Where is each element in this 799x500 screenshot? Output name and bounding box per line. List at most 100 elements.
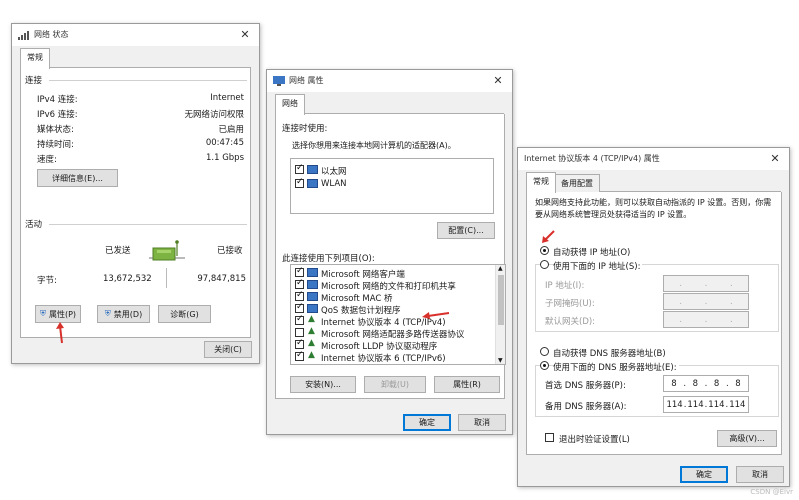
list-item: Microsoft LLDP 协议驱动程序 bbox=[321, 342, 438, 352]
dns-octet: 114 bbox=[729, 399, 746, 410]
auto-dns-radio[interactable] bbox=[540, 347, 549, 356]
bytes-sent-value: 13,672,532 bbox=[103, 274, 152, 284]
manual-ip-radio[interactable] bbox=[540, 260, 549, 269]
list-item: Internet 协议版本 6 (TCP/IPv6) bbox=[321, 354, 446, 364]
properties-window-title: 网络 属性 bbox=[289, 76, 324, 85]
list-item: QoS 数据包计划程序 bbox=[321, 306, 401, 316]
status-panel: 连接 IPv4 连接: Internet IPv6 连接: 无网络访问权限 媒体… bbox=[20, 68, 251, 338]
network-status-window: 网络 状态 ✕ 常规 连接 IPv4 连接: Internet IPv6 连接:… bbox=[11, 23, 260, 364]
manual-dns-label: 使用下面的 DNS 服务器地址(E): bbox=[553, 361, 679, 373]
ipv4-titlebar: Internet 协议版本 4 (TCP/IPv4) 属性 ✕ bbox=[518, 148, 789, 170]
properties-button[interactable]: 属性(R) bbox=[434, 376, 500, 393]
configure-button[interactable]: 配置(C)... bbox=[437, 222, 495, 239]
auto-ip-radio[interactable] bbox=[540, 246, 549, 255]
tab-alternate-config[interactable]: 备用配置 bbox=[554, 174, 600, 193]
ipv4-label: IPv4 连接: bbox=[37, 95, 78, 105]
properties-titlebar: 网络 属性 ✕ bbox=[267, 70, 512, 92]
validate-label: 退出时验证设置(L) bbox=[559, 435, 630, 445]
ip-dot: . bbox=[683, 378, 687, 389]
details-button[interactable]: 详细信息(E)... bbox=[37, 169, 118, 187]
description: 如果网络支持此功能，则可以获取自动指派的 IP 设置。否则，你需要从网络系统管理… bbox=[535, 198, 772, 219]
dns-octet: 8 bbox=[692, 378, 699, 389]
status-titlebar: 网络 状态 ✕ bbox=[12, 24, 259, 46]
duration-label: 持续时间: bbox=[37, 140, 74, 150]
ip-dot: . bbox=[729, 296, 733, 307]
list-item: Microsoft 网络适配器多路传送器协议 bbox=[321, 330, 465, 340]
media-state-label: 媒体状态: bbox=[37, 125, 74, 135]
manual-dns-radio[interactable] bbox=[540, 361, 549, 370]
item-checkbox[interactable] bbox=[295, 266, 304, 277]
item-checkbox[interactable] bbox=[295, 314, 304, 325]
auto-dns-label: 自动获得 DNS 服务器地址(B) bbox=[553, 349, 666, 359]
protocol-icon: ▲ bbox=[308, 338, 315, 348]
close-icon[interactable]: ✕ bbox=[237, 27, 253, 43]
validate-checkbox[interactable] bbox=[545, 433, 554, 442]
ipv4-properties-window: Internet 协议版本 4 (TCP/IPv4) 属性 ✕ 常规 备用配置 … bbox=[517, 147, 790, 487]
ip-address-field[interactable]: ... bbox=[663, 275, 749, 292]
preferred-dns-field[interactable]: 8. 8. 8. 8 bbox=[663, 375, 749, 392]
alternate-dns-label: 备用 DNS 服务器(A): bbox=[545, 402, 627, 412]
ip-dot: . bbox=[704, 314, 708, 325]
speed-value: 1.1 Gbps bbox=[205, 153, 244, 163]
item-checkbox[interactable] bbox=[295, 328, 304, 337]
chevron-down-icon[interactable]: ▼ bbox=[498, 357, 503, 364]
list-item: Microsoft 网络的文件和打印机共享 bbox=[321, 282, 456, 292]
dns-octet: 8 bbox=[671, 378, 677, 389]
subnet-field[interactable]: ... bbox=[663, 293, 749, 310]
pointer-arrow bbox=[56, 322, 64, 344]
item-checkbox[interactable] bbox=[295, 290, 304, 301]
adapter-label-ethernet: 以太网 bbox=[321, 167, 347, 177]
network-activity-icon bbox=[149, 240, 185, 261]
uninstall-button[interactable]: 卸载(U) bbox=[364, 376, 426, 393]
tab-general[interactable]: 常规 bbox=[526, 172, 556, 193]
bytes-received-value: 97,847,815 bbox=[197, 274, 246, 284]
ip-dot: . bbox=[679, 278, 683, 289]
properties-button[interactable]: ⛨ 属性(P) bbox=[35, 305, 81, 323]
shield-icon: ⛨ bbox=[104, 309, 111, 318]
cancel-button[interactable]: 取消 bbox=[736, 466, 784, 483]
item-checkbox[interactable] bbox=[295, 350, 304, 361]
ok-button[interactable]: 确定 bbox=[680, 466, 728, 483]
adapter-checkbox-ethernet[interactable] bbox=[295, 163, 304, 174]
adapter-label-wlan: WLAN bbox=[321, 179, 347, 189]
item-checkbox[interactable] bbox=[295, 278, 304, 289]
adapter-prompt: 选择你想用来连接本地网计算机的适配器(A)。 bbox=[292, 141, 456, 150]
adapter-checkbox-wlan[interactable] bbox=[295, 177, 304, 188]
close-icon[interactable]: ✕ bbox=[490, 73, 506, 89]
close-button[interactable]: 关闭(C) bbox=[204, 341, 252, 358]
scrollbar-thumb[interactable] bbox=[498, 275, 504, 325]
chevron-up-icon[interactable]: ▲ bbox=[498, 265, 503, 272]
list-item: Microsoft 网络客户端 bbox=[321, 270, 405, 280]
tab-network[interactable]: 网络 bbox=[275, 94, 305, 115]
diagnose-button[interactable]: 诊断(G) bbox=[158, 305, 211, 323]
ip-dot: . bbox=[704, 378, 708, 389]
ip-dot: . bbox=[704, 399, 708, 410]
sent-label: 已发送 bbox=[105, 246, 131, 256]
preferred-dns-label: 首选 DNS 服务器(P): bbox=[545, 381, 626, 391]
ip-dot: . bbox=[725, 399, 729, 410]
bytes-label: 字节: bbox=[37, 276, 57, 286]
cancel-button[interactable]: 取消 bbox=[458, 414, 506, 431]
item-checkbox[interactable] bbox=[295, 302, 304, 313]
properties-button-label: 属性(P) bbox=[48, 309, 77, 319]
network-signal-icon bbox=[18, 31, 29, 40]
media-state-value: 已启用 bbox=[218, 125, 244, 135]
ip-dot: . bbox=[683, 399, 687, 410]
disable-button[interactable]: ⛨ 禁用(D) bbox=[97, 305, 150, 323]
ip-dot: . bbox=[679, 296, 683, 307]
adapter-list: 以太网 WLAN bbox=[290, 158, 494, 214]
tab-general[interactable]: 常规 bbox=[20, 48, 50, 69]
scrollbar[interactable]: ▲ ▼ bbox=[495, 265, 505, 364]
items-list: Microsoft 网络客户端 Microsoft 网络的文件和打印机共享 Mi… bbox=[290, 264, 506, 365]
status-tabstrip: 常规 bbox=[20, 48, 251, 69]
dns-octet: 8 bbox=[735, 378, 741, 389]
status-window-title: 网络 状态 bbox=[34, 30, 69, 39]
close-icon[interactable]: ✕ bbox=[767, 151, 783, 167]
advanced-button[interactable]: 高级(V)... bbox=[717, 430, 777, 447]
install-button[interactable]: 安装(N)... bbox=[290, 376, 356, 393]
ip-dot: . bbox=[679, 314, 683, 325]
ok-button[interactable]: 确定 bbox=[403, 414, 451, 431]
alternate-dns-field[interactable]: 114. 114. 114. 114 bbox=[663, 396, 749, 413]
gateway-field[interactable]: ... bbox=[663, 311, 749, 328]
item-checkbox[interactable] bbox=[295, 338, 304, 349]
